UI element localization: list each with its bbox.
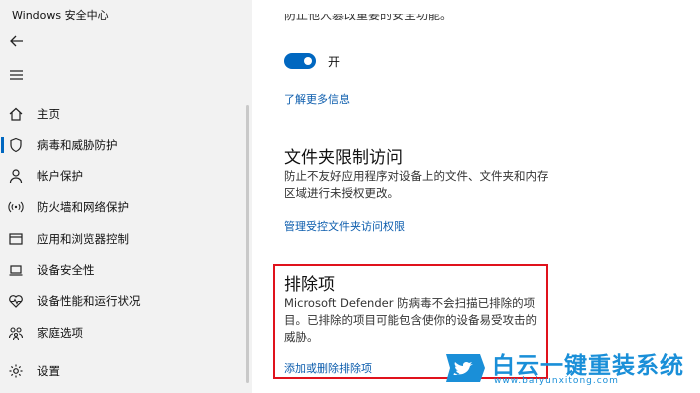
sidebar-item-label: 家庭选项 (37, 326, 83, 340)
folder-access-description: 防止不友好应用程序对设备上的文件、文件夹和内存区域进行未授权更改。 (284, 169, 549, 200)
sidebar-item-label: 病毒和威胁防护 (37, 138, 118, 152)
sidebar-item-firewall[interactable]: 防火墙和网络保护 (0, 192, 244, 222)
sidebar: Windows 安全中心 主页 病毒和威胁防护 帐户保护 防火墙和网络保护 应用… (0, 0, 252, 393)
tamper-protection-description: 防止他人篡改重要的安全功能。 (284, 14, 453, 22)
wifi-icon (7, 198, 25, 216)
sidebar-item-label: 帐户保护 (37, 169, 83, 183)
watermark-title: 白云一键重装系统 (492, 353, 684, 379)
sidebar-item-app-browser-control[interactable]: 应用和浏览器控制 (0, 224, 244, 254)
back-arrow-icon[interactable] (8, 32, 26, 50)
sidebar-item-device-performance[interactable]: 设备性能和运行状况 (0, 286, 244, 316)
tamper-protection-toggle[interactable] (284, 53, 316, 69)
watermark-logo: 白云一键重装系统 www.baiyunxitong.com (442, 346, 692, 390)
sidebar-item-settings[interactable]: 设置 (0, 356, 244, 386)
family-icon (7, 324, 25, 342)
sidebar-item-label: 防火墙和网络保护 (37, 200, 129, 214)
home-icon (7, 105, 25, 123)
twitter-bird-icon (442, 348, 488, 388)
sidebar-item-family-options[interactable]: 家庭选项 (0, 318, 244, 348)
window-title: Windows 安全中心 (12, 9, 109, 22)
sidebar-scrollbar[interactable] (246, 105, 249, 383)
watermark-url: www.baiyunxitong.com (494, 376, 619, 386)
learn-more-link[interactable]: 了解更多信息 (284, 91, 350, 107)
sidebar-item-label: 设置 (37, 364, 60, 378)
window-icon (7, 230, 25, 248)
sidebar-item-device-security[interactable]: 设备安全性 (0, 255, 244, 285)
main-content: 防止他人篡改重要的安全功能。 开 了解更多信息 文件夹限制访问 防止不友好应用程… (252, 0, 700, 393)
hamburger-menu-icon[interactable] (8, 67, 26, 83)
laptop-icon (7, 261, 25, 279)
active-indicator (1, 137, 4, 153)
gear-icon (7, 362, 25, 380)
manage-folder-access-link[interactable]: 管理受控文件夹访问权限 (284, 218, 405, 234)
toggle-state-label: 开 (328, 55, 341, 69)
sidebar-item-home[interactable]: 主页 (0, 99, 244, 129)
heart-icon (7, 292, 25, 310)
shield-icon (7, 136, 25, 154)
add-remove-exclusions-link[interactable]: 添加或删除排除项 (284, 360, 372, 376)
exclusions-title: 排除项 (284, 275, 335, 295)
sidebar-item-label: 应用和浏览器控制 (37, 232, 129, 246)
person-icon (7, 167, 25, 185)
sidebar-item-label: 主页 (37, 107, 60, 121)
exclusions-description: Microsoft Defender 防病毒不会扫描已排除的项目。已排除的项目可… (284, 296, 537, 344)
folder-access-title: 文件夹限制访问 (284, 148, 403, 168)
sidebar-item-label: 设备性能和运行状况 (37, 294, 141, 308)
sidebar-item-label: 设备安全性 (37, 263, 95, 277)
sidebar-item-account-protection[interactable]: 帐户保护 (0, 161, 244, 191)
sidebar-item-virus-protection[interactable]: 病毒和威胁防护 (0, 130, 244, 160)
